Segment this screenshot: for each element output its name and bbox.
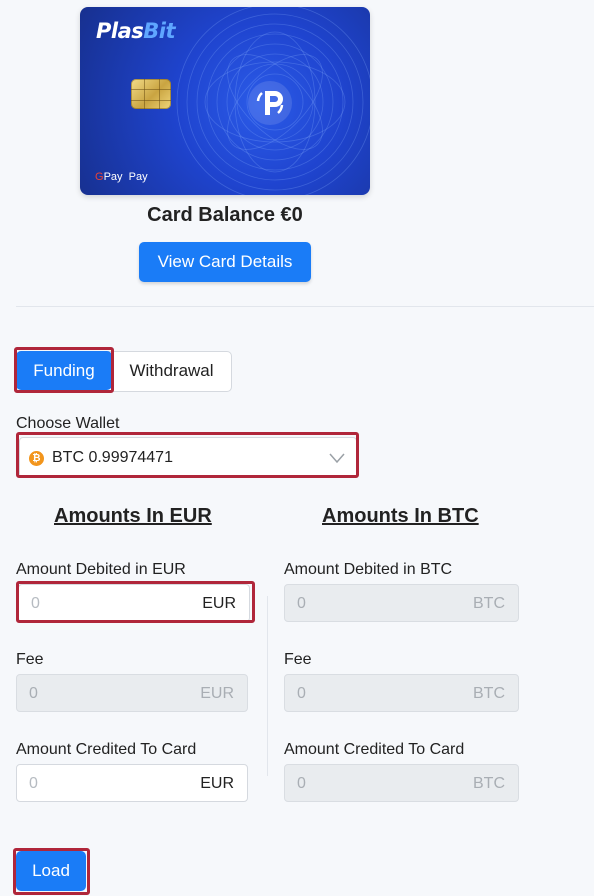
amounts-in-eur-heading: Amounts In EUR [54, 505, 212, 527]
eur-debited-label: Amount Debited in EUR [16, 561, 186, 578]
btc-fee-label: Fee [284, 651, 312, 668]
eur-credited-placeholder: 0 [29, 775, 38, 792]
card-brand-logo: PlasBit [96, 19, 176, 43]
eur-debited-input[interactable]: 0 EUR [18, 584, 250, 622]
column-divider [267, 596, 268, 776]
btc-debited-label: Amount Debited in BTC [284, 561, 453, 578]
eur-credited-unit: EUR [200, 775, 234, 792]
btc-credited-value: 0 [297, 775, 306, 792]
eur-fee-label: Fee [16, 651, 44, 668]
card-balance-text: Card Balance €0 [147, 204, 303, 226]
eur-fee-value: 0 [29, 685, 38, 702]
btc-credited-label: Amount Credited To Card [284, 741, 465, 758]
wallet-selected-value: BTC 0.99974471 [52, 449, 173, 466]
btc-credited-unit: BTC [473, 775, 505, 792]
eur-fee-input: 0 EUR [16, 674, 248, 712]
choose-wallet-label: Choose Wallet [16, 415, 120, 432]
card-chip-icon [131, 79, 171, 109]
section-divider [16, 306, 594, 307]
btc-fee-unit: BTC [473, 685, 505, 702]
gpay-applepay-logos: GPay Pay [95, 171, 148, 183]
tab-funding[interactable]: Funding [16, 351, 112, 390]
eur-credited-input[interactable]: 0 EUR [16, 764, 248, 802]
bitcoin-icon: ₿ [29, 451, 44, 466]
btc-debited-unit: BTC [473, 595, 505, 612]
load-button[interactable]: Load [16, 851, 86, 891]
amounts-in-btc-heading: Amounts In BTC [322, 505, 479, 527]
plasbit-card-image: PlasBit GPay Pay [80, 7, 370, 195]
tab-withdrawal[interactable]: Withdrawal [113, 351, 230, 390]
btc-fee-input: 0 BTC [284, 674, 519, 712]
btc-credited-input: 0 BTC [284, 764, 519, 802]
eur-credited-label: Amount Credited To Card [16, 741, 197, 758]
wallet-select[interactable]: ₿ BTC 0.99974471 [19, 437, 357, 478]
chevron-down-icon [329, 453, 345, 464]
eur-fee-unit: EUR [200, 685, 234, 702]
btc-debited-value: 0 [297, 595, 306, 612]
eur-debited-placeholder: 0 [31, 595, 40, 612]
btc-debited-input: 0 BTC [284, 584, 519, 622]
eur-debited-unit: EUR [202, 595, 236, 612]
plasbit-p-logo-icon [248, 81, 292, 125]
btc-fee-value: 0 [297, 685, 306, 702]
view-card-details-button[interactable]: View Card Details [139, 242, 311, 282]
